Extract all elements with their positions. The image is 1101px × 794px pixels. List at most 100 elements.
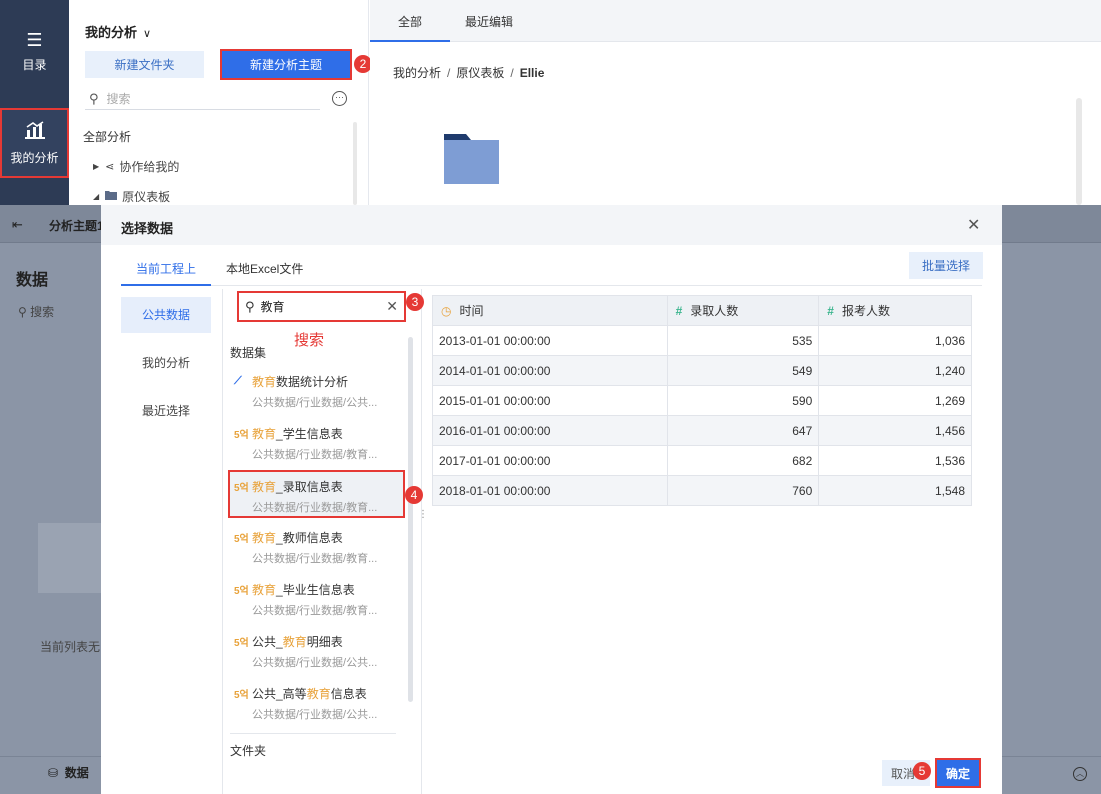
table-cell: 1,456 [818, 415, 972, 446]
tab-divider [121, 285, 982, 286]
column-header-label: 时间 [459, 304, 484, 318]
main-scrollbar[interactable] [1076, 98, 1082, 205]
nav-item-my-analysis[interactable]: 我的分析 [0, 108, 69, 178]
li-suffix: _学生信息表 [276, 427, 343, 441]
list-item[interactable]: 5억 教育 _毕业生信息表 公共数据/行业数据/教育... [230, 575, 402, 623]
confirm-button[interactable]: 确定 [935, 758, 981, 788]
table-cell: 535 [666, 325, 820, 356]
tab-underline [370, 40, 450, 42]
tab-current-project[interactable]: 当前工程上 [136, 260, 196, 277]
back-icon[interactable]: ⇤ [12, 217, 23, 233]
section-folder: 文件夹 [230, 744, 267, 758]
li-path: 公共数据/行业数据/教育... [252, 449, 378, 461]
tab-all[interactable]: 全部 [398, 13, 422, 30]
li-highlight: 教育 [252, 480, 277, 494]
source-recent[interactable]: 最近选择 [121, 393, 211, 429]
table-cell: 760 [666, 475, 820, 506]
breadcrumb-item[interactable]: 原仪表板 [456, 66, 504, 80]
new-folder-button[interactable]: 新建文件夹 [85, 51, 204, 78]
breadcrumb-separator: / [447, 66, 451, 80]
table-row: 2013-01-01 00:00:00 535 1,036 [432, 325, 972, 356]
li-suffix: 信息表 [330, 687, 367, 701]
lower-search-input[interactable]: ⚲ 搜索 [18, 303, 54, 320]
lower-topic-name: 分析主题1 [49, 219, 104, 233]
nav-my-analysis-label: 我的分析 [10, 150, 59, 165]
list-item[interactable]: 5억 公共_ 教育 明细表 公共数据/行业数据/公共... [230, 627, 402, 675]
table-cell: 2013-01-01 00:00:00 [432, 325, 668, 356]
folder-icon[interactable] [444, 132, 499, 184]
empty-text: 当前列表无 [40, 640, 101, 654]
tree-item-shared[interactable]: ▶ ⋖ 协作给我的 [93, 158, 179, 175]
side-scrollbar[interactable] [353, 122, 357, 205]
tree-root[interactable]: 全部分析 [83, 128, 131, 145]
table-row: 2017-01-01 00:00:00 682 1,536 [432, 445, 972, 476]
source-my-analysis[interactable]: 我的分析 [121, 345, 211, 381]
table-cell: 2018-01-01 00:00:00 [432, 475, 668, 506]
li-highlight: 教育 [252, 375, 277, 389]
table-icon: 5억 [234, 534, 249, 545]
li-path: 公共数据/行业数据/教育... [252, 502, 378, 514]
list-item[interactable]: 5억 公共_高等 教育 信息表 公共数据/行业数据/公共... [230, 679, 402, 727]
table-cell: 2015-01-01 00:00:00 [432, 385, 668, 416]
side-search-input[interactable]: ⚲ 搜索 [85, 88, 320, 110]
expand-icon[interactable]: ︿ [1073, 767, 1087, 781]
li-suffix: 数据统计分析 [276, 375, 349, 389]
table-cell: 1,269 [818, 385, 972, 416]
search-annotation: 搜索 [294, 332, 325, 349]
li-suffix: _教师信息表 [276, 531, 343, 545]
breadcrumb: 我的分析 / 原仪表板 / Ellie [393, 64, 544, 81]
caret-down-icon[interactable]: ◢ [93, 192, 99, 201]
chart-icon [24, 120, 45, 143]
table-cell: 590 [666, 385, 820, 416]
main-area: 全部 最近编辑 我的分析 / 原仪表板 / Ellie [370, 0, 1101, 205]
lower-sidebar: 数据 ⚲ 搜索 当前列表无 [0, 243, 101, 794]
caret-right-icon[interactable]: ▶ [93, 162, 99, 171]
column-header: ◷ 时间 [432, 295, 668, 326]
li-prefix: 公共_ [252, 635, 283, 649]
tab-local-excel[interactable]: 本地Excel文件 [226, 260, 303, 277]
list-item[interactable]: 5억 教育 _学生信息表 公共数据/行业数据/教育... [230, 419, 402, 467]
batch-select-button[interactable]: 批量选择 [909, 252, 983, 279]
li-prefix: 公共_高等 [252, 687, 307, 701]
lower-title: 数据 [16, 272, 49, 289]
table-icon: 5억 [234, 483, 249, 494]
tree-item-dashboard[interactable]: ◢ 原仪表板 [93, 188, 170, 205]
search-icon: ⚲ [245, 298, 255, 314]
li-path: 公共数据/行业数据/公共... [252, 657, 378, 669]
nav-item-catalog[interactable]: ☰ 目录 [0, 30, 69, 82]
li-highlight: 教育 [252, 583, 277, 597]
empty-folder-icon [38, 523, 101, 593]
step-badge-3: 3 [406, 293, 424, 311]
new-topic-button[interactable]: 新建分析主题 [220, 49, 352, 80]
list-item[interactable]: ⟋ 教育 数据统计分析 公共数据/行业数据/公共... [230, 367, 402, 415]
close-icon[interactable]: ✕ [967, 215, 980, 235]
list-scrollbar[interactable] [408, 337, 413, 702]
li-highlight: 教育 [282, 635, 307, 649]
list-item[interactable]: 5억 教育 _教师信息表 公共数据/行业数据/教育... [230, 523, 402, 571]
li-highlight: 教育 [252, 427, 277, 441]
table-header-row: ◷ 时间 # 录取人数 # 报考人数 [432, 295, 972, 326]
breadcrumb-item[interactable]: 我的分析 [393, 66, 441, 80]
table-cell: 549 [666, 355, 820, 386]
table-icon: 5억 [234, 690, 249, 701]
list-divider [230, 733, 396, 734]
source-public-data[interactable]: 公共数据 [121, 297, 211, 333]
column-header-label: 报考人数 [841, 304, 890, 318]
panel-title[interactable]: 我的分析 ∨ [85, 22, 151, 41]
chevron-down-icon: ∨ [143, 28, 152, 40]
li-highlight: 教育 [252, 531, 277, 545]
side-search-placeholder: 搜索 [106, 92, 131, 106]
list-item-selected[interactable]: 5억 教育 _录取信息表 公共数据/行业数据/教育... [228, 470, 405, 518]
tab-recent[interactable]: 最近编辑 [465, 13, 513, 30]
breadcrumb-separator: / [510, 66, 514, 80]
resize-handle-icon[interactable]: ⋮ [418, 509, 428, 520]
lower-data-label[interactable]: ⛁ 数据 [48, 764, 89, 781]
li-path: 公共数据/行业数据/教育... [252, 553, 378, 565]
clear-icon[interactable]: ✕ [386, 298, 398, 315]
more-icon[interactable]: ··· [332, 91, 347, 106]
dataset-search-input[interactable] [260, 299, 381, 314]
clock-icon: ◷ [441, 304, 452, 318]
table-cell: 1,548 [818, 475, 972, 506]
li-highlight: 教育 [306, 687, 331, 701]
dataset-search-box[interactable]: ⚲ ✕ [237, 291, 406, 322]
